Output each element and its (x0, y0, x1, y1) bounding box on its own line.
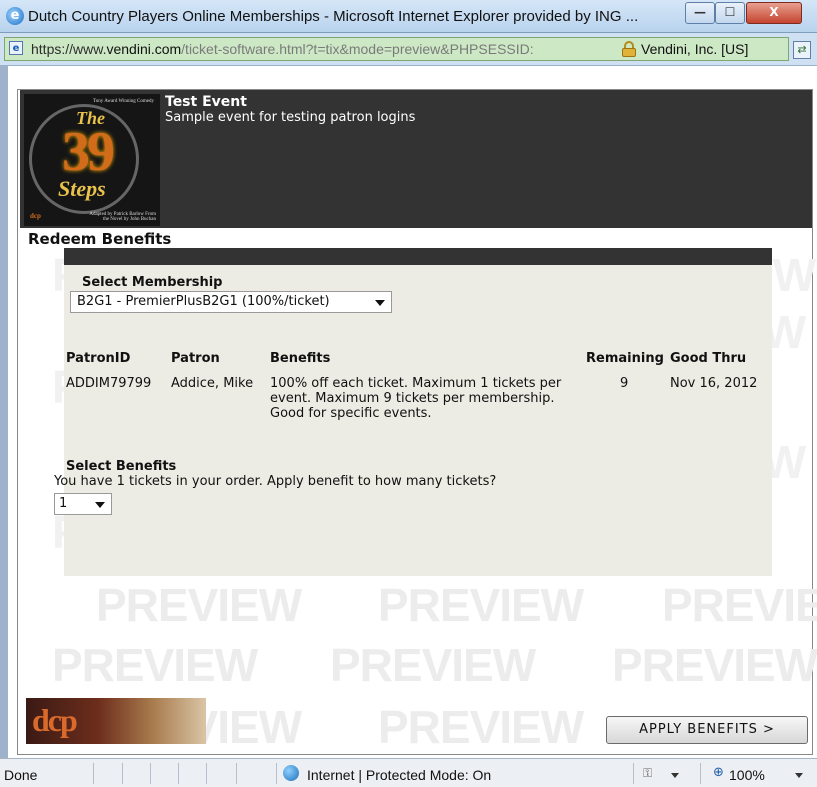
benefits-count-value: 1 (59, 496, 68, 511)
maximize-button[interactable]: ☐ (715, 2, 745, 24)
url-path: /ticket-software.html?t=tix&mode=preview… (181, 41, 534, 57)
event-title: Test Event (165, 94, 247, 110)
poster-number: 39 (62, 121, 115, 183)
watermark: PREVIEW (52, 639, 258, 691)
ie-logo-icon: e (6, 7, 24, 25)
watermark: PREVIEW (378, 701, 584, 753)
page-icon: e (9, 41, 23, 55)
cell-benefits: 100% off each ticket. Maximum 1 tickets … (270, 376, 562, 421)
status-separator (633, 763, 634, 784)
col-header-remaining: Remaining (586, 351, 664, 366)
window-title: Dutch Country Players Online Memberships… (28, 8, 639, 25)
chevron-down-icon[interactable] (671, 773, 679, 778)
membership-select-value: B2G1 - PremierPlusB2G1 (100%/ticket) (77, 294, 330, 309)
watermark: PREVIEW (330, 639, 536, 691)
cell-remaining: 9 (620, 376, 629, 391)
poster-credit: Adapted by Patrick Barlow From the Novel… (89, 212, 156, 222)
membership-select[interactable]: B2G1 - PremierPlusB2G1 (100%/ticket) (70, 291, 392, 313)
col-header-benefits: Benefits (270, 351, 331, 366)
status-separator (150, 763, 151, 784)
select-membership-label: Select Membership (82, 275, 223, 290)
col-header-patron-id: PatronID (66, 351, 131, 366)
zoom-icon[interactable]: ⊕ (713, 765, 724, 780)
col-header-patron: Patron (171, 351, 220, 366)
zoom-level[interactable]: 100% (729, 767, 765, 783)
apply-benefits-button[interactable]: APPLY BENEFITS > (606, 716, 808, 744)
select-benefits-label: Select Benefits (66, 459, 177, 474)
cell-good-thru: Nov 16, 2012 (670, 376, 758, 391)
status-separator (700, 763, 701, 784)
section-title: Redeem Benefits (28, 230, 172, 248)
benefits-count-select[interactable]: 1 (54, 493, 112, 515)
col-header-good-thru: Good Thru (670, 351, 747, 366)
close-button[interactable]: X (746, 2, 802, 24)
status-separator (276, 763, 277, 784)
globe-icon (283, 765, 299, 781)
panel-header-bar (64, 248, 772, 265)
cell-patron-id: ADDIM79799 (66, 376, 152, 391)
status-text: Done (4, 767, 38, 783)
chevron-down-icon (375, 300, 385, 306)
status-separator (236, 763, 237, 784)
security-settings-icon[interactable]: ⚿ (643, 766, 659, 781)
url-domain: vendini.com (106, 41, 182, 57)
url-field[interactable]: e https://www.vendini.com/ticket-softwar… (4, 37, 789, 61)
watermark: PREVIEW (612, 639, 817, 691)
compatibility-icon[interactable]: ⇄ (793, 41, 811, 59)
certificate-label[interactable]: Vendini, Inc. [US] (641, 41, 748, 57)
window-title-bar: e Dutch Country Players Online Membershi… (0, 0, 817, 33)
event-poster: Tony Award Winning Comedy The 39 Steps d… (24, 94, 160, 226)
url-text[interactable]: https://www.vendini.com/ticket-software.… (31, 41, 534, 57)
status-separator (178, 763, 179, 784)
footer-logo-text: dcp (32, 702, 78, 738)
address-bar: e https://www.vendini.com/ticket-softwar… (0, 33, 817, 66)
security-zone[interactable]: Internet | Protected Mode: On (307, 767, 491, 783)
select-benefits-question: You have 1 tickets in your order. Apply … (54, 474, 497, 489)
poster-steps: Steps (58, 176, 106, 201)
footer-logo: dcp (26, 698, 206, 744)
poster-tagline: Tony Award Winning Comedy (93, 99, 154, 104)
chevron-down-icon[interactable] (795, 773, 803, 778)
status-separator (93, 763, 94, 784)
status-separator (122, 763, 123, 784)
minimize-button[interactable]: — (685, 2, 715, 24)
status-bar: Done Internet | Protected Mode: On ⚿ ⊕ 1… (0, 758, 817, 787)
status-separator (206, 763, 207, 784)
event-subtitle: Sample event for testing patron logins (165, 110, 416, 125)
watermark: PREVIEW (96, 579, 302, 631)
cell-patron: Addice, Mike (171, 376, 254, 391)
chevron-down-icon (95, 502, 105, 508)
lock-icon[interactable] (622, 41, 636, 57)
watermark: PREVIEW (378, 579, 584, 631)
watermark: PREVIEW (662, 579, 817, 631)
poster-brand: dcp (30, 212, 41, 220)
url-scheme: https://www. (31, 41, 107, 57)
